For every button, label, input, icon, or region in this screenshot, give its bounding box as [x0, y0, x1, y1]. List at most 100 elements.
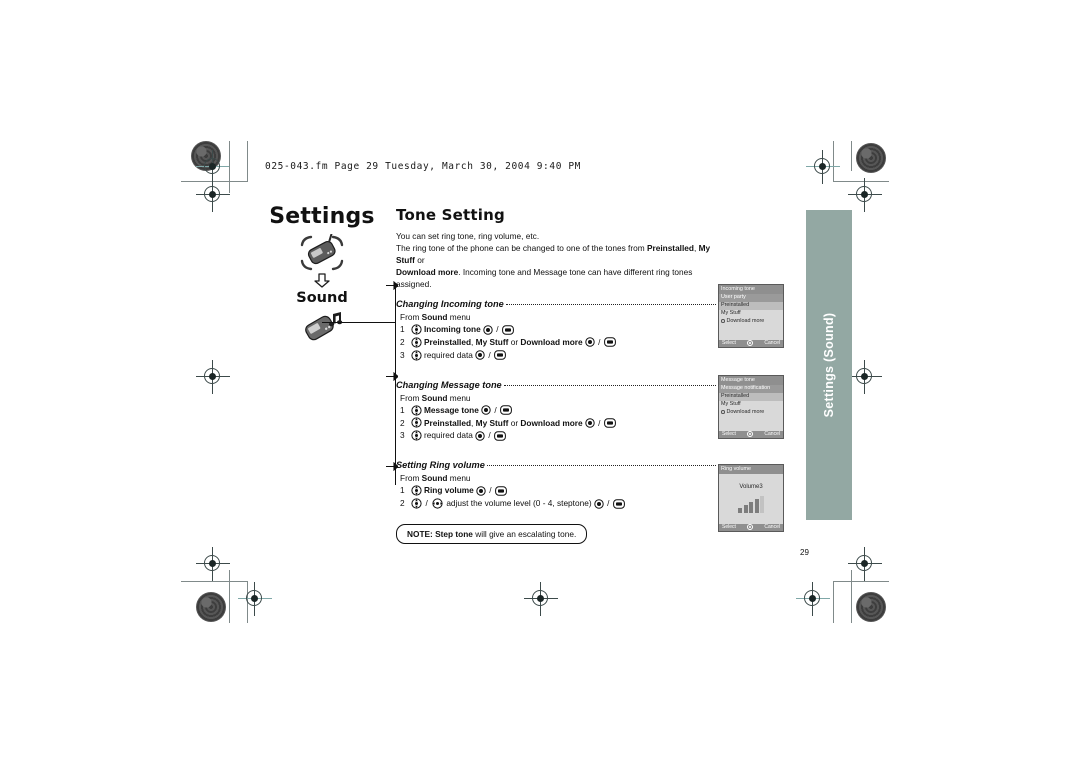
soft-key-icon: [613, 498, 625, 509]
screen-filler: [719, 417, 783, 431]
dpad-vertical-icon: [411, 485, 422, 496]
dpad-vertical-icon: [411, 417, 422, 429]
center-key-icon[interactable]: [747, 524, 754, 531]
step-number: 3: [400, 430, 405, 441]
intro-line-1: You can set ring tone, ring volume, etc.: [396, 231, 540, 241]
intro-line-2d: or: [414, 255, 425, 266]
step-label-bold3: Download more: [520, 336, 583, 347]
select-key-icon: [475, 350, 485, 360]
step-separator: /: [496, 324, 499, 335]
phone-highlight-icon: [300, 233, 344, 271]
intro-paragraph: You can set ring tone, ring volume, etc.…: [396, 230, 716, 290]
step-text: Message tone: [424, 404, 479, 417]
registration-mark-right-middle: [848, 360, 882, 394]
side-tab-label: Settings (Sound): [822, 312, 836, 418]
step-label-bold2: My Stuff: [475, 417, 509, 428]
soft-key-icon: [604, 418, 616, 428]
center-key-icon[interactable]: [747, 340, 754, 347]
screen-filler: [719, 326, 783, 340]
list-item[interactable]: Preinstalled: [719, 301, 783, 310]
soft-key-icon: [604, 337, 616, 348]
from-suffix: menu: [447, 392, 471, 403]
list-item[interactable]: Download more: [719, 318, 783, 326]
softkey-bar: Select Cancel: [719, 430, 783, 438]
print-registration-blob-bottom-right: [856, 592, 886, 622]
from-menu-line-ringvolume: From Sound menu: [400, 473, 716, 483]
section-heading-label: Changing Message tone: [396, 379, 502, 390]
crop-line-bottom-right-v: [833, 581, 834, 623]
print-file-header: 025-043.fm Page 29 Tuesday, March 30, 20…: [265, 161, 581, 172]
step-label-bold: Preinstalled: [424, 336, 472, 347]
soft-key-icon: [502, 324, 514, 335]
softkey-left[interactable]: Select: [722, 524, 736, 530]
list-item[interactable]: Preinstalled: [719, 392, 783, 401]
incoming-tone-screen: Incoming tone User party Preinstalled My…: [718, 284, 784, 348]
step-separator: /: [598, 336, 601, 347]
intro-bold-preinstalled: Preinstalled: [646, 243, 694, 254]
screen-list: Message notification Preinstalled My Stu…: [719, 384, 783, 431]
volume-bar: [754, 498, 759, 513]
volume-bar: [749, 501, 753, 513]
softkey-bar: Select Cancel: [719, 523, 783, 531]
step-text: Preinstalled, My Stuff or Download more: [424, 336, 583, 349]
radio-icon[interactable]: [721, 319, 725, 323]
dpad-vertical-icon: [411, 404, 422, 416]
section-heading-incoming-tone: Changing Incoming tone: [396, 299, 716, 309]
dpad-vertical-icon: [411, 350, 422, 361]
step-item: 2 Preinstalled, My Stuff or Download mor…: [400, 336, 716, 349]
crop-line-bottom-right-v2: [851, 570, 852, 623]
center-key-icon[interactable]: [747, 431, 754, 438]
select-key-icon: [584, 418, 595, 428]
section-heading-message-tone: Changing Message tone: [396, 380, 716, 390]
softkey-right[interactable]: Cancel: [764, 431, 780, 437]
page-title: Tone Setting: [396, 206, 505, 224]
volume-bar: [738, 507, 742, 513]
step-item: 1 Message tone /: [400, 404, 716, 417]
list-item[interactable]: My Stuff: [719, 401, 783, 409]
softkey-right[interactable]: Cancel: [764, 524, 780, 530]
page-number: 29: [800, 548, 809, 557]
softkey-left[interactable]: Select: [722, 431, 736, 437]
step-number: 1: [400, 485, 405, 496]
crop-line-bottom-left-v2: [229, 570, 230, 623]
print-registration-blob-bottom-left: [196, 592, 226, 622]
phone-music-note-icon: [305, 312, 343, 341]
ring-volume-screen: Ring volume Volume3 Select Cancel: [718, 464, 784, 532]
step-text: Preinstalled, My Stuff or Download more: [424, 417, 583, 430]
dpad-horizontal-icon: [432, 498, 443, 509]
from-menu-line-message: From Sound menu: [400, 393, 716, 403]
print-registration-blob-top-right: [856, 143, 886, 173]
list-item[interactable]: Message notification: [719, 384, 783, 393]
side-tab-settings-sound: Settings (Sound): [806, 210, 852, 520]
step-text: adjust the volume level (0 - 4, steptone…: [446, 498, 592, 509]
step-label-bold3: Download more: [520, 417, 583, 428]
step-number: 1: [400, 324, 405, 335]
dpad-vertical-icon: [411, 498, 422, 509]
list-item[interactable]: User party: [719, 293, 783, 302]
softkey-bar: Select Cancel: [719, 339, 783, 347]
steps-list-ring-volume: 1 Ring volume / 2 / adjust the volume le…: [396, 484, 716, 510]
music-note-glyph: [329, 312, 343, 327]
step-separator: /: [598, 417, 601, 428]
section-heading-label: Setting Ring volume: [396, 460, 485, 471]
list-item[interactable]: Download more: [719, 409, 783, 417]
step-number: 2: [400, 336, 405, 347]
step-label-or: or: [508, 336, 521, 347]
screen-list: User party Preinstalled My Stuff Downloa…: [719, 293, 783, 340]
select-key-icon: [584, 337, 595, 348]
registration-mark-left-upper: [196, 178, 230, 212]
select-key-icon: [475, 431, 485, 441]
from-suffix: menu: [447, 312, 471, 323]
dpad-vertical-icon: [411, 430, 422, 441]
volume-display: Volume3: [719, 473, 783, 524]
crop-line-bottom-right-h: [833, 581, 889, 582]
registration-mark-right-upper: [848, 178, 882, 212]
radio-icon[interactable]: [721, 410, 725, 414]
section-title: Sound: [296, 290, 348, 306]
list-item[interactable]: My Stuff: [719, 310, 783, 318]
step-number: 2: [400, 498, 405, 509]
crop-line-top-left-v: [247, 141, 248, 182]
softkey-right[interactable]: Cancel: [764, 340, 780, 346]
softkey-left[interactable]: Select: [722, 340, 736, 346]
message-tone-screen: Message tone Message notification Preins…: [718, 375, 784, 439]
